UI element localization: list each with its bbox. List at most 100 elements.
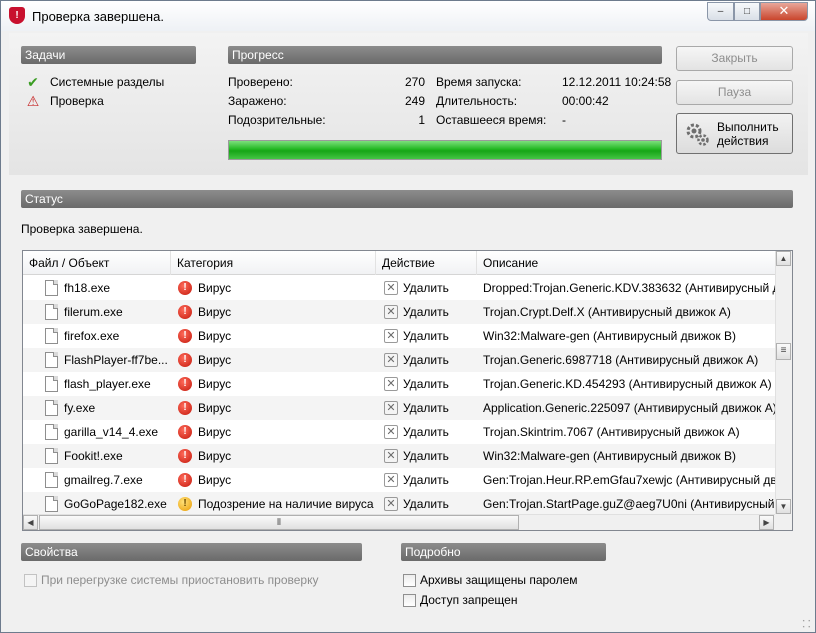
virus-icon: ! <box>178 377 192 391</box>
action-text[interactable]: Удалить <box>403 300 475 324</box>
pause-button[interactable]: Пауза <box>676 80 793 105</box>
action-text[interactable]: Удалить <box>403 492 475 516</box>
scroll-thumb[interactable]: ≡ <box>776 343 791 360</box>
delete-icon: ✕ <box>384 329 398 343</box>
table-row[interactable]: GoGoPage182.exe! Подозрение на наличие ви… <box>23 492 775 516</box>
file-icon <box>45 352 58 368</box>
category-text: Вирус <box>198 281 232 295</box>
table-row[interactable]: firefox.exe! Вирус ✕ Удалить Win32:Malware-g… <box>23 324 775 348</box>
checked-value: 270 <box>404 75 425 89</box>
virus-icon: ! <box>178 329 192 343</box>
action-text[interactable]: Удалить <box>403 420 475 444</box>
virus-icon: ! <box>178 281 192 295</box>
file-name: fy.exe <box>64 401 96 415</box>
virus-icon: ! <box>178 449 192 463</box>
column-file[interactable]: Файл / Объект <box>23 251 171 275</box>
vertical-scrollbar[interactable]: ▲ ≡ ▼ <box>775 251 792 514</box>
properties-header: Свойства <box>21 543 362 561</box>
title-bar[interactable]: ! Проверка завершена. – □ ✕ <box>1 1 815 31</box>
access-denied-checkbox[interactable] <box>403 594 416 607</box>
action-text[interactable]: Удалить <box>403 348 475 372</box>
warning-icon: ⚠ <box>26 93 40 109</box>
action-text[interactable]: Удалить <box>403 372 475 396</box>
file-name: fh18.exe <box>64 281 111 295</box>
infected-value: 249 <box>404 94 425 108</box>
description-text: Trojan.Generic.6987718 (Антивирусный дви… <box>483 353 759 367</box>
minimize-button[interactable]: – <box>707 2 734 21</box>
table-row[interactable]: flash_player.exe! Вирус ✕ Удалить Trojan.Gen… <box>23 372 775 396</box>
file-icon <box>45 376 58 392</box>
horizontal-scroll-thumb[interactable]: ⦀ <box>39 515 519 530</box>
action-text[interactable]: Удалить <box>403 324 475 348</box>
list-header: Файл / Объект Категория Действие Описани… <box>23 251 775 275</box>
table-row[interactable]: FlashPlayer-ff7be...! Вирус ✕ Удалить Trojan… <box>23 348 775 372</box>
description-text: Trojan.Skintrim.7067 (Антивирусный движо… <box>483 425 740 439</box>
details-header: Подробно <box>401 543 606 561</box>
table-row[interactable]: fh18.exe! Вирус ✕ Удалить Dropped:Trojan.Gen… <box>23 276 775 300</box>
category-text: Вирус <box>198 329 232 343</box>
status-header: Статус <box>21 190 793 208</box>
start-time-label: Время запуска: <box>436 75 522 89</box>
action-text[interactable]: Удалить <box>403 396 475 420</box>
results-list[interactable]: Файл / Объект Категория Действие Описани… <box>22 250 793 531</box>
start-time-value: 12.12.2011 10:24:58 <box>562 75 672 89</box>
horizontal-scrollbar[interactable]: ◀ ⦀ ▶ <box>23 514 775 530</box>
duration-value: 00:00:42 <box>562 94 609 108</box>
category-text: Вирус <box>198 401 232 415</box>
table-row[interactable]: fy.exe! Вирус ✕ Удалить Application.Generic.… <box>23 396 775 420</box>
delete-icon: ✕ <box>384 305 398 319</box>
file-icon <box>45 496 58 512</box>
shield-icon: ! <box>9 7 25 24</box>
task-item-scan: ⚠ Проверка <box>25 92 205 110</box>
gears-icon <box>686 123 709 146</box>
virus-icon: ! <box>178 353 192 367</box>
window-title: Проверка завершена. <box>32 9 164 24</box>
category-text: Вирус <box>198 473 232 487</box>
file-name: GoGoPage182.exe <box>64 497 167 511</box>
action-text[interactable]: Удалить <box>403 468 475 492</box>
file-icon <box>45 400 58 416</box>
category-text: Вирус <box>198 377 232 391</box>
status-text: Проверка завершена. <box>21 222 143 236</box>
file-name: garilla_v14_4.exe <box>64 425 159 439</box>
column-action[interactable]: Действие <box>376 251 477 275</box>
file-icon <box>45 424 58 440</box>
file-name: Fookit!.exe <box>64 449 123 463</box>
pause-on-load-checkbox[interactable] <box>24 574 37 587</box>
close-button[interactable]: Закрыть <box>676 46 793 71</box>
action-text[interactable]: Удалить <box>403 276 475 300</box>
category-text: Подозрение на наличие вируса <box>198 497 374 511</box>
virus-icon: ! <box>178 425 192 439</box>
access-denied-label: Доступ запрещен <box>420 593 518 607</box>
pause-on-load-label: При перегрузке системы приостановить про… <box>41 573 319 587</box>
scrollbar-corner <box>775 514 792 530</box>
table-row[interactable]: filerum.exe! Вирус ✕ Удалить Trojan.Crypt.De… <box>23 300 775 324</box>
column-category[interactable]: Категория <box>171 251 376 275</box>
scroll-down-button[interactable]: ▼ <box>776 499 791 514</box>
scroll-left-button[interactable]: ◀ <box>23 515 38 530</box>
delete-icon: ✕ <box>384 425 398 439</box>
infected-label: Заражено: <box>228 94 287 108</box>
file-name: firefox.exe <box>64 329 120 343</box>
scroll-right-button[interactable]: ▶ <box>759 515 774 530</box>
maximize-button[interactable]: □ <box>734 2 760 21</box>
table-row[interactable]: gmailreg.7.exe! Вирус ✕ Удалить Gen:Trojan.H… <box>23 468 775 492</box>
table-row[interactable]: Fookit!.exe! Вирус ✕ Удалить Win32:Malware-g… <box>23 444 775 468</box>
category-text: Вирус <box>198 449 232 463</box>
perform-actions-button[interactable]: Выполнить действия <box>676 113 793 154</box>
description-text: Gen:Trojan.StartPage.guZ@aeg7U0ni (Антив… <box>483 497 775 511</box>
scan-progress-bar <box>228 140 662 160</box>
delete-icon: ✕ <box>384 497 398 511</box>
column-description[interactable]: Описание <box>477 251 775 275</box>
close-window-button[interactable]: ✕ <box>760 2 808 21</box>
password-archives-checkbox[interactable] <box>403 574 416 587</box>
resize-grip[interactable]: ⠠⠠ ⠠⠠ <box>799 615 811 630</box>
tasks-header: Задачи <box>21 46 196 64</box>
action-text[interactable]: Удалить <box>403 444 475 468</box>
file-icon <box>45 280 58 296</box>
description-text: Dropped:Trojan.Generic.KDV.383632 (Антив… <box>483 281 775 295</box>
table-row[interactable]: garilla_v14_4.exe! Вирус ✕ Удалить Trojan.Sk… <box>23 420 775 444</box>
suspicious-icon: ! <box>178 497 192 511</box>
scroll-up-button[interactable]: ▲ <box>776 251 791 266</box>
file-icon <box>45 472 58 488</box>
